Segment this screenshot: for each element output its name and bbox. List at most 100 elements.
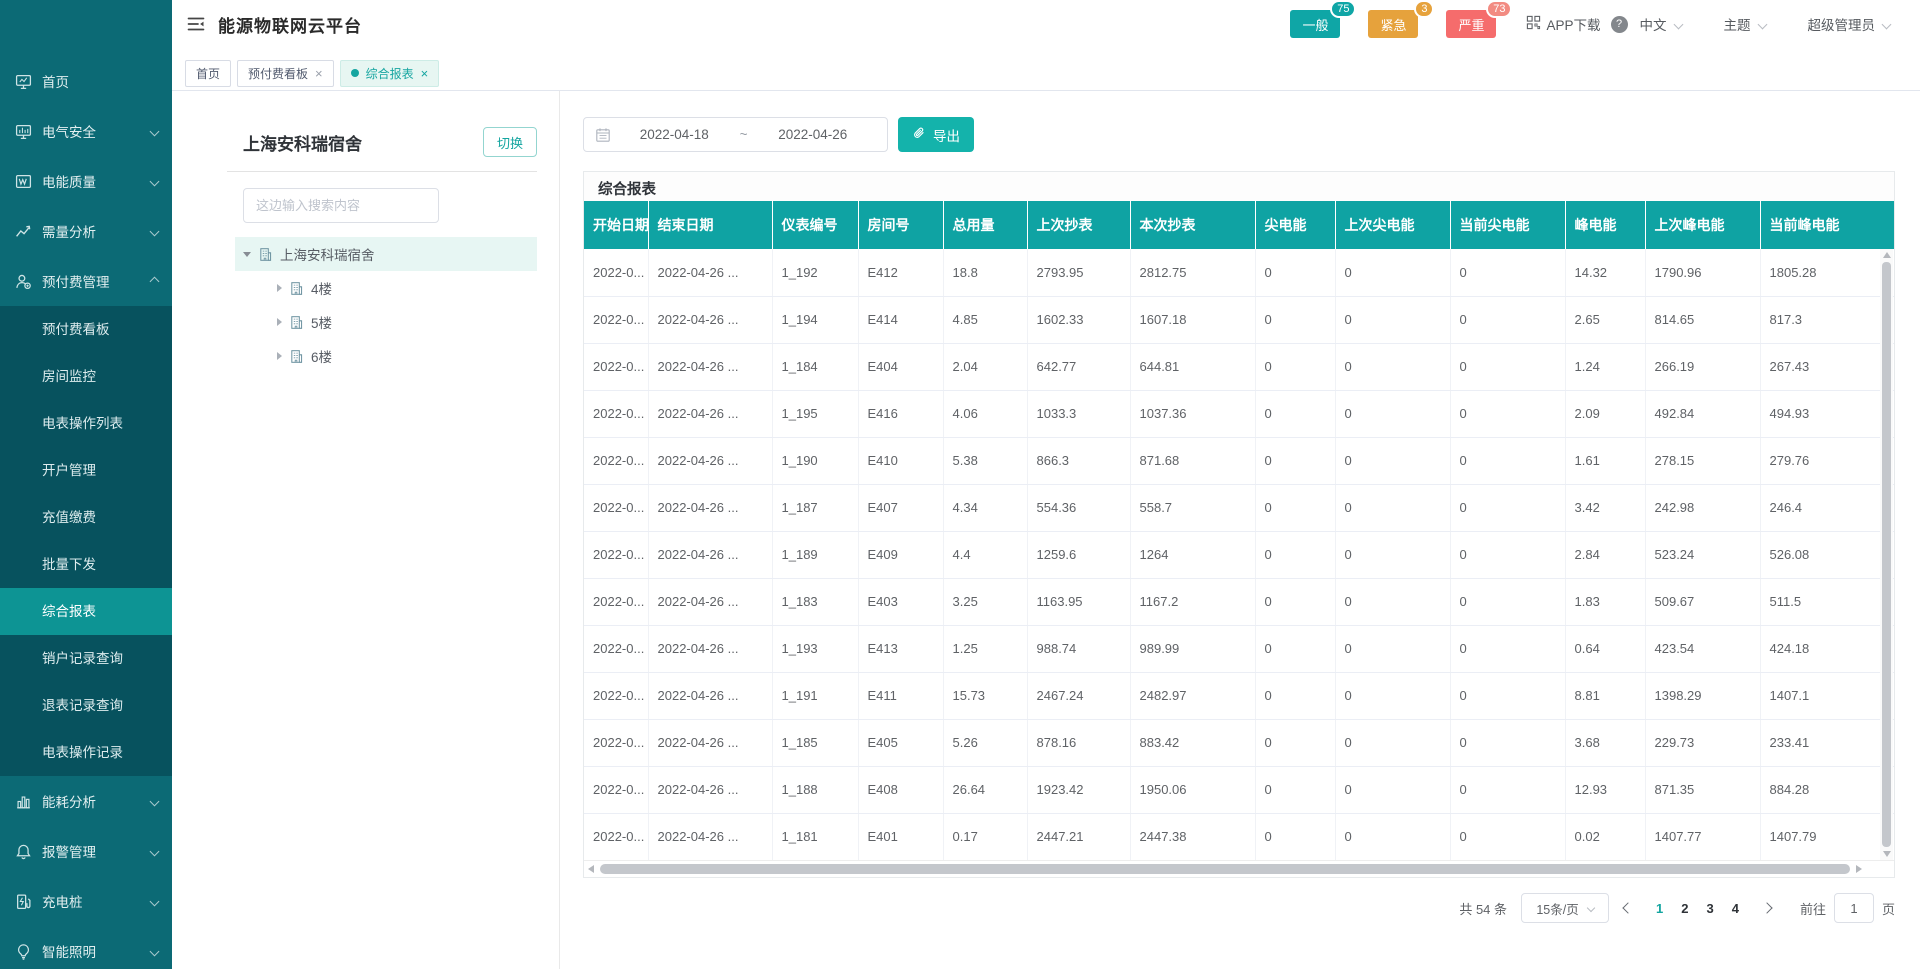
page-size-select[interactable]: 15条/页	[1521, 893, 1609, 923]
prev-page-button[interactable]	[1621, 901, 1635, 915]
table-row[interactable]: 2022-0...2022-04-26 ...1_181E4010.172447…	[584, 813, 1894, 860]
table-row[interactable]: 2022-0...2022-04-26 ...1_189E4094.41259.…	[584, 531, 1894, 578]
export-button[interactable]: 导出	[898, 117, 974, 152]
table-row[interactable]: 2022-0...2022-04-26 ...1_193E4131.25988.…	[584, 625, 1894, 672]
theme-dropdown[interactable]: 主题	[1724, 14, 1766, 34]
page-number[interactable]: 4	[1732, 901, 1739, 916]
sidebar-subitem[interactable]: 开户管理	[0, 447, 172, 494]
sidebar-subitem[interactable]: 退表记录查询	[0, 682, 172, 729]
tab-label: 预付费看板	[248, 65, 308, 82]
collapse-arrow-icon[interactable]	[277, 284, 282, 292]
help-icon[interactable]: ?	[1611, 16, 1628, 33]
tree-search-input[interactable]	[243, 188, 439, 223]
sidebar-subitem[interactable]: 电表操作列表	[0, 400, 172, 447]
table-cell: 2022-0...	[584, 719, 648, 766]
table-cell: 3.42	[1565, 484, 1645, 531]
goto-label: 前往	[1800, 899, 1826, 918]
sidebar-item[interactable]: 报警管理	[0, 826, 172, 876]
scroll-left-icon[interactable]	[588, 865, 594, 873]
vertical-scrollbar[interactable]	[1880, 249, 1893, 860]
close-icon[interactable]: ×	[315, 67, 323, 80]
switch-building-button[interactable]: 切换	[483, 127, 537, 157]
sidebar-item[interactable]: 电能质量	[0, 156, 172, 206]
table-cell: 1_192	[772, 249, 858, 296]
table-row[interactable]: 2022-0...2022-04-26 ...1_184E4042.04642.…	[584, 343, 1894, 390]
alarm-button[interactable]: 一般75	[1290, 10, 1340, 38]
table-cell: 0.02	[1565, 813, 1645, 860]
goto-page-input[interactable]	[1834, 893, 1874, 923]
sidebar-item[interactable]: 首页	[0, 56, 172, 106]
table-row[interactable]: 2022-0...2022-04-26 ...1_190E4105.38866.…	[584, 437, 1894, 484]
end-date[interactable]: 2022-04-26	[749, 127, 876, 142]
sidebar-item-label: 需量分析	[42, 221, 151, 241]
sidebar-subitem[interactable]: 充值缴费	[0, 494, 172, 541]
scroll-right-icon[interactable]	[1856, 865, 1862, 873]
table-cell: 2022-04-26 ...	[648, 484, 772, 531]
scroll-up-icon[interactable]	[1883, 252, 1891, 258]
table-cell: 2022-04-26 ...	[648, 249, 772, 296]
sidebar-item[interactable]: 需量分析	[0, 206, 172, 256]
tree-node[interactable]: 5楼	[235, 305, 537, 339]
page-number[interactable]: 2	[1681, 901, 1688, 916]
tree-node[interactable]: 4楼	[235, 271, 537, 305]
tree-node[interactable]: 6楼	[235, 339, 537, 373]
table-cell: 1607.18	[1130, 296, 1255, 343]
horizontal-scrollbar[interactable]	[584, 860, 1894, 877]
sidebar-item[interactable]: 电气安全	[0, 106, 172, 156]
content: 上海安科瑞宿舍 切换 上海安科瑞宿舍4楼5楼6楼 2022-04-18 ~ 20…	[172, 91, 1920, 969]
sidebar-item[interactable]: 智能照明	[0, 926, 172, 969]
table-row[interactable]: 2022-0...2022-04-26 ...1_194E4144.851602…	[584, 296, 1894, 343]
table-cell: 2.65	[1565, 296, 1645, 343]
sidebar-subitem[interactable]: 房间监控	[0, 353, 172, 400]
close-icon[interactable]: ×	[421, 67, 429, 80]
table-row[interactable]: 2022-0...2022-04-26 ...1_185E4055.26878.…	[584, 719, 1894, 766]
sidebar-subitem[interactable]: 批量下发	[0, 541, 172, 588]
collapse-arrow-icon[interactable]	[277, 352, 282, 360]
date-range-picker[interactable]: 2022-04-18 ~ 2022-04-26	[583, 117, 888, 152]
sidebar-item[interactable]: 能耗分析	[0, 776, 172, 826]
table-row[interactable]: 2022-0...2022-04-26 ...1_187E4074.34554.…	[584, 484, 1894, 531]
sidebar-item[interactable]: 充电桩	[0, 876, 172, 926]
user-dropdown[interactable]: 超级管理员	[1808, 14, 1891, 34]
table-row[interactable]: 2022-0...2022-04-26 ...1_188E40826.64192…	[584, 766, 1894, 813]
table-cell: 2022-0...	[584, 249, 648, 296]
sidebar-subitem[interactable]: 预付费看板	[0, 306, 172, 353]
table-row[interactable]: 2022-0...2022-04-26 ...1_192E41218.82793…	[584, 249, 1894, 296]
page-number[interactable]: 1	[1656, 901, 1663, 916]
table-row[interactable]: 2022-0...2022-04-26 ...1_195E4164.061033…	[584, 390, 1894, 437]
language-dropdown[interactable]: 中文	[1640, 14, 1682, 34]
scroll-down-icon[interactable]	[1883, 851, 1891, 857]
horizontal-scroll-thumb[interactable]	[600, 864, 1850, 874]
sidebar-subitem[interactable]: 综合报表	[0, 588, 172, 635]
alarm-button[interactable]: 紧急3	[1368, 10, 1418, 38]
table-cell: 424.18	[1760, 625, 1894, 672]
chevron-down-icon	[1673, 19, 1683, 29]
table-cell: 0	[1335, 343, 1450, 390]
table-row[interactable]: 2022-0...2022-04-26 ...1_183E4033.251163…	[584, 578, 1894, 625]
sidebar-subitem[interactable]: 销户记录查询	[0, 635, 172, 682]
table-row[interactable]: 2022-0...2022-04-26 ...1_191E41115.73246…	[584, 672, 1894, 719]
tab[interactable]: 首页	[185, 60, 231, 87]
paperclip-icon	[912, 126, 926, 143]
table-cell: 1259.6	[1027, 531, 1130, 578]
table-cell: 5.26	[943, 719, 1027, 766]
table-cell: 1.25	[943, 625, 1027, 672]
start-date[interactable]: 2022-04-18	[611, 127, 738, 142]
app-download-link[interactable]: APP下载	[1526, 14, 1600, 34]
expand-arrow-icon[interactable]	[243, 252, 251, 257]
sidebar-item[interactable]: 预付费管理	[0, 256, 172, 306]
table-cell: 0	[1255, 343, 1335, 390]
table-cell: 0	[1255, 813, 1335, 860]
vertical-scroll-thumb[interactable]	[1882, 262, 1891, 847]
tree-node[interactable]: 上海安科瑞宿舍	[235, 237, 537, 271]
alarm-button[interactable]: 严重73	[1446, 10, 1496, 38]
tab[interactable]: 预付费看板 ×	[237, 60, 334, 87]
next-page-button[interactable]	[1760, 901, 1774, 915]
tab[interactable]: 综合报表×	[340, 60, 440, 87]
pagination: 共 54 条 15条/页 1234 前往 页	[583, 893, 1895, 923]
collapse-arrow-icon[interactable]	[277, 318, 282, 326]
sidebar-subitem[interactable]: 电表操作记录	[0, 729, 172, 776]
prepaid-icon	[15, 273, 32, 290]
menu-fold-icon[interactable]	[187, 17, 205, 31]
page-number[interactable]: 3	[1707, 901, 1714, 916]
